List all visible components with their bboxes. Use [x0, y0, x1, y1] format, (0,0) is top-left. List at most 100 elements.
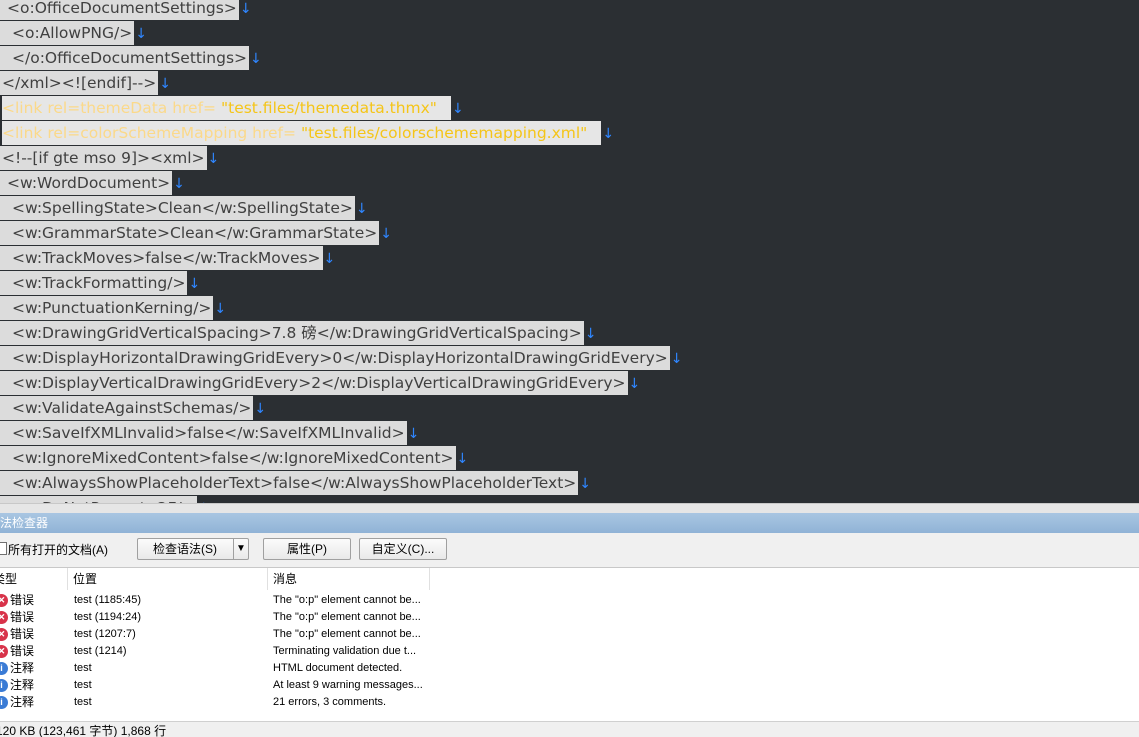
code-line[interactable]: <o:AllowPNG/> ↓ — [0, 21, 147, 46]
result-type: 错误 — [10, 627, 35, 641]
code-line[interactable]: <w:GrammarState>Clean</w:GrammarState> ↓ — [0, 221, 392, 246]
result-row[interactable]: i 注释 test 21 errors, 3 comments. — [0, 694, 430, 711]
code-text: <w:IgnoreMixedContent>false</w:IgnoreMix… — [0, 446, 456, 470]
code-line[interactable]: <w:DrawingGridVerticalSpacing>7.8 磅</w:D… — [0, 321, 596, 346]
result-type: 注释 — [10, 678, 35, 692]
code-line[interactable]: <w:IgnoreMixedContent>false</w:IgnoreMix… — [0, 446, 468, 471]
code-text: <w:TrackMoves>false</w:TrackMoves> — [0, 246, 323, 270]
result-location: test (1185:45) — [74, 594, 142, 606]
code-text: <w:DrawingGridVerticalSpacing>7.8 磅</w:D… — [0, 321, 584, 345]
line-return-icon: ↓ — [407, 426, 420, 442]
code-line[interactable]: <w:SpellingState>Clean</w:SpellingState>… — [0, 196, 368, 221]
line-return-icon: ↓ — [188, 276, 201, 292]
code-text: <w:DisplayVerticalDrawingGridEvery>2</w:… — [0, 371, 628, 395]
code-text: <w:ValidateAgainstSchemas/> — [0, 396, 254, 420]
all-documents-checkbox[interactable] — [0, 542, 7, 555]
line-return-icon: ↓ — [456, 451, 469, 467]
line-return-icon: ↓ — [380, 226, 392, 242]
code-text: <w:SpellingState>Clean</w:SpellingState> — [0, 196, 355, 220]
code-line[interactable]: <link rel=colorSchemeMapping href= "test… — [2, 121, 614, 146]
result-row[interactable]: i 注释 test At least 9 warning messages... — [0, 677, 430, 694]
result-message: The "o:p" element cannot be... — [273, 628, 421, 640]
result-location: test (1194:24) — [74, 611, 142, 623]
code-line[interactable]: </xml><![endif]--> ↓ — [0, 71, 171, 96]
result-row[interactable]: ✕ 错误 test (1194:24) The "o:p" element canno… — [0, 609, 430, 626]
result-row[interactable]: i 注释 test HTML document detected. — [0, 660, 430, 677]
result-message: 21 errors, 3 comments. — [273, 696, 387, 708]
result-location: test (1207:7) — [74, 628, 136, 640]
code-line[interactable]: <w:TrackMoves>false</w:TrackMoves> ↓ — [0, 246, 335, 271]
result-type: 注释 — [10, 695, 35, 709]
error-icon: ✕ — [0, 628, 8, 641]
code-text: <w:SaveIfXMLInvalid>false</w:SaveIfXMLIn… — [0, 421, 407, 445]
code-text: </o:OfficeDocumentSettings> — [0, 46, 250, 70]
result-message: The "o:p" element cannot be... — [273, 594, 421, 606]
result-type: 注释 — [10, 661, 35, 675]
code-line[interactable]: <w:DisplayHorizontalDrawingGridEvery>0</… — [0, 346, 682, 371]
result-location: test — [74, 696, 92, 708]
result-type: 错误 — [10, 644, 35, 658]
panel-title-text: 语法检查器 — [0, 516, 49, 530]
code-text: <o:AllowPNG/> — [0, 21, 135, 45]
line-return-icon: ↓ — [628, 376, 641, 392]
code-text: <w:TrackFormatting/> — [0, 271, 188, 295]
line-return-icon: ↓ — [159, 76, 171, 92]
result-message: The "o:p" element cannot be... — [273, 611, 421, 623]
code-text: <o:OfficeDocumentSettings> — [0, 0, 239, 20]
result-row[interactable]: ✕ 错误 test (1185:45) The "o:p" element canno… — [0, 592, 430, 609]
code-line[interactable]: <w:TrackFormatting/> ↓ — [0, 271, 200, 296]
code-line[interactable]: </o:OfficeDocumentSettings> ↓ — [0, 46, 262, 71]
info-icon: i — [0, 679, 8, 692]
result-message: At least 9 warning messages... — [273, 679, 423, 691]
line-return-icon: ↓ — [250, 51, 262, 67]
all-documents-label: 所有打开的文档(A) — [8, 543, 108, 557]
line-return-icon: ↓ — [579, 476, 592, 492]
code-text: <w:AlwaysShowPlaceholderText>false</w:Al… — [0, 471, 579, 495]
code-line[interactable]: <o:OfficeDocumentSettings> ↓ — [0, 0, 252, 21]
column-header-type[interactable]: 类型 — [0, 568, 68, 590]
code-line[interactable]: <w:PunctuationKerning/> ↓ — [0, 296, 226, 321]
link-tag-text: <link rel=colorSchemeMapping href= — [2, 124, 296, 142]
customize-button[interactable]: 自定义(C)... — [359, 538, 447, 560]
info-icon: i — [0, 662, 8, 675]
code-line[interactable]: <w:SaveIfXMLInvalid>false</w:SaveIfXMLIn… — [0, 421, 419, 446]
code-line[interactable]: <w:ValidateAgainstSchemas/> ↓ — [0, 396, 266, 421]
result-location: test (1214) — [74, 645, 127, 657]
line-return-icon: ↓ — [239, 1, 252, 17]
result-row[interactable]: ✕ 错误 test (1214) Terminating validation due… — [0, 643, 430, 660]
code-text: <w:DoNotPromoteQF/> — [0, 496, 197, 503]
column-header-message[interactable]: 消息 — [268, 568, 430, 590]
code-line[interactable]: <w:DisplayVerticalDrawingGridEvery>2</w:… — [0, 371, 640, 396]
status-text: 120 KB (123,461 字节) 1,868 行 — [0, 724, 167, 737]
results-list[interactable]: 类型 位置 消息 ✕错误test (1185:45)The "o:p" elem… — [0, 567, 1139, 722]
line-return-icon: ↓ — [670, 351, 683, 367]
code-line[interactable]: <w:DoNotPromoteQF/>↓ — [0, 496, 209, 503]
status-bar: 120 KB (123,461 字节) 1,868 行 — [0, 721, 1139, 737]
check-syntax-label: 检查语法(S) — [153, 542, 217, 556]
column-header-location[interactable]: 位置 — [68, 568, 268, 590]
line-return-icon: ↓ — [214, 301, 227, 317]
code-text: <w:DisplayHorizontalDrawingGridEvery>0</… — [0, 346, 670, 370]
code-text: <w:WordDocument> — [0, 171, 173, 195]
properties-button[interactable]: 属性(P) — [263, 538, 351, 560]
line-return-icon: ↓ — [207, 151, 220, 167]
result-row[interactable]: ✕ 错误 test (1207:7) The "o:p" element cannot… — [0, 626, 430, 643]
line-return-icon: ↓ — [451, 101, 464, 117]
result-location: test — [74, 679, 92, 691]
line-return-icon: ↓ — [584, 326, 597, 342]
code-line[interactable]: <w:WordDocument> ↓ — [0, 171, 185, 196]
link-href-value: "test.files/colorschememapping.xml" — [300, 124, 588, 142]
code-line[interactable]: <!--[if gte mso 9]><xml> ↓ — [0, 146, 219, 171]
error-icon: ✕ — [0, 645, 8, 658]
result-type: 错误 — [10, 610, 35, 624]
check-syntax-button[interactable]: 检查语法(S) ▼ — [137, 538, 249, 560]
code-text: </xml><![endif]--> — [0, 71, 159, 95]
code-line[interactable]: <w:AlwaysShowPlaceholderText>false</w:Al… — [0, 471, 591, 496]
code-line[interactable]: <link rel=themeData href= "test.files/th… — [2, 96, 464, 121]
line-return-icon: ↓ — [602, 126, 615, 142]
result-message: HTML document detected. — [273, 662, 403, 674]
code-editor[interactable]: <o:OfficeDocumentSettings> ↓ <o:AllowPNG/>… — [0, 0, 1139, 503]
code-text: <w:GrammarState>Clean</w:GrammarState> — [0, 221, 380, 245]
error-icon: ✕ — [0, 611, 8, 624]
chevron-down-icon[interactable]: ▼ — [233, 539, 248, 559]
